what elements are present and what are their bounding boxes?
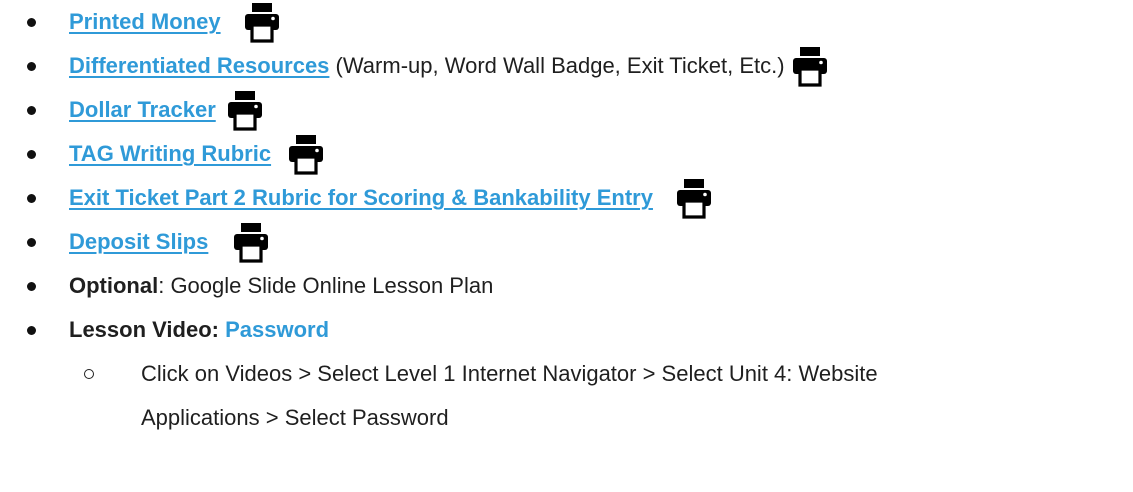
password-video-link[interactable]: Password [225, 317, 329, 343]
bullet-dot [27, 326, 36, 335]
deposit-slips-link[interactable]: Deposit Slips [69, 229, 208, 255]
printer-icon[interactable] [287, 133, 325, 175]
printer-icon[interactable] [243, 1, 281, 43]
list-item-text: Printed Money [69, 0, 281, 44]
printed-money-link[interactable]: Printed Money [69, 9, 221, 35]
list-item-text: Dollar Tracker [69, 88, 264, 132]
bullet-dot [27, 106, 36, 115]
video-instructions: Click on Videos > Select Level 1 Interne… [141, 361, 878, 430]
dollar-tracker-link[interactable]: Dollar Tracker [69, 97, 216, 123]
printer-icon[interactable] [791, 45, 829, 87]
differentiated-resources-link[interactable]: Differentiated Resources [69, 53, 329, 79]
sub-list-item: Click on Videos > Select Level 1 Interne… [0, 352, 1133, 440]
hollow-bullet [84, 369, 94, 379]
printer-icon[interactable] [232, 221, 270, 263]
printer-icon[interactable] [226, 89, 264, 131]
tag-writing-rubric-link[interactable]: TAG Writing Rubric [69, 141, 271, 167]
list-item-text: Optional : Google Slide Online Lesson Pl… [69, 264, 493, 308]
list-item-text: TAG Writing Rubric [69, 132, 325, 176]
bullet-dot [27, 194, 36, 203]
printer-icon[interactable] [675, 177, 713, 219]
optional-description: : Google Slide Online Lesson Plan [158, 273, 494, 298]
list-item-text: Differentiated Resources (Warm-up, Word … [69, 44, 829, 88]
bullet-dot [27, 282, 36, 291]
bullet-dot [27, 238, 36, 247]
bullet-dot [27, 18, 36, 27]
list-item-text: Lesson Video: Password [69, 308, 329, 352]
list-item-text: Exit Ticket Part 2 Rubric for Scoring & … [69, 176, 713, 220]
bullet-dot [27, 62, 36, 71]
list-item-text: Deposit Slips [69, 220, 270, 264]
resources-description: (Warm-up, Word Wall Badge, Exit Ticket, … [329, 53, 791, 78]
exit-ticket-rubric-link[interactable]: Exit Ticket Part 2 Rubric for Scoring & … [69, 185, 653, 211]
bullet-dot [27, 150, 36, 159]
optional-label: Optional [69, 273, 159, 298]
lesson-video-label: Lesson Video: [69, 317, 226, 342]
